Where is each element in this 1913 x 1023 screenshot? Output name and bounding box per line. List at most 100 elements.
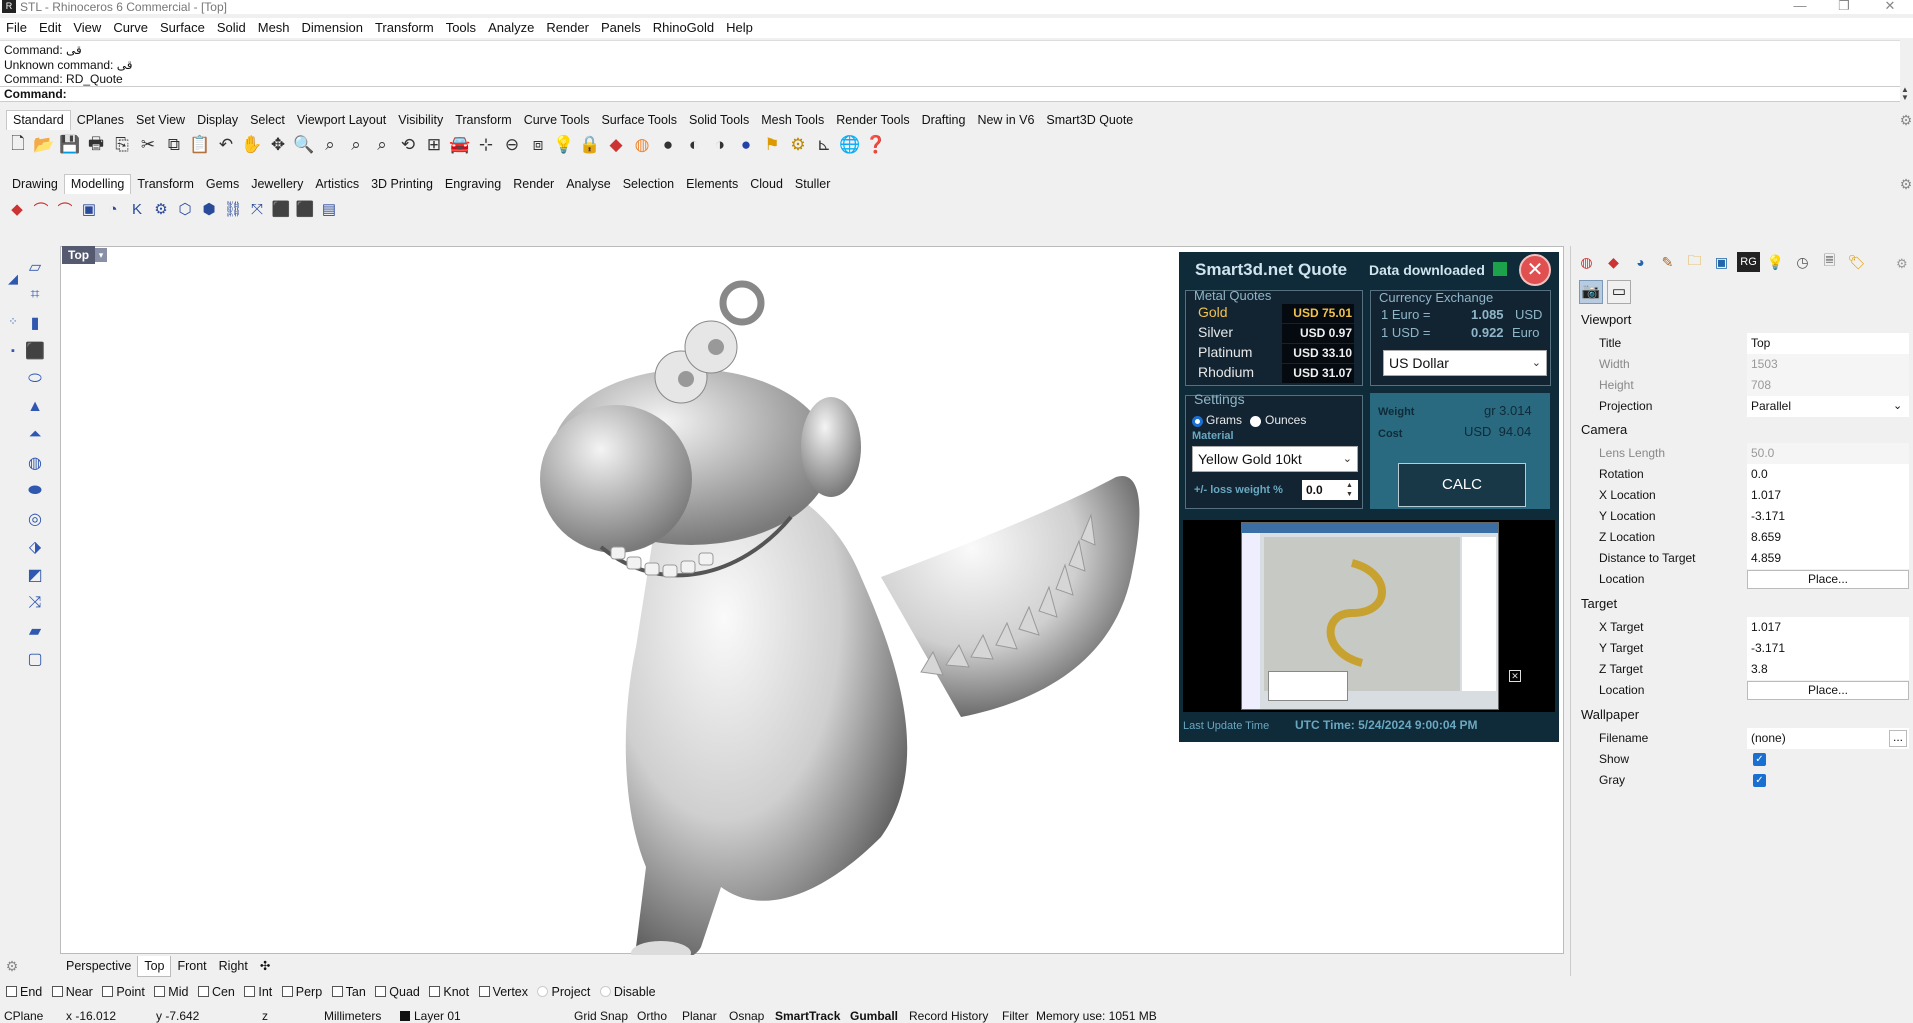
box2-icon[interactable]: ⬛ — [294, 198, 316, 220]
zoom-window-icon[interactable]: ⌕ — [318, 133, 342, 157]
projection-select[interactable]: Parallel — [1747, 396, 1909, 417]
menu-render[interactable]: Render — [540, 18, 595, 38]
box-icon[interactable]: ⬛ — [270, 198, 292, 220]
curve2-icon[interactable]: ⌒ — [54, 198, 76, 220]
revolve-icon[interactable]: ◔ — [102, 198, 124, 220]
tab-selection[interactable]: Selection — [617, 175, 680, 194]
render-icon[interactable]: ◑ — [708, 133, 732, 157]
loft-icon[interactable]: ⚙ — [150, 198, 172, 220]
prop-ztarget-input[interactable]: 3.8 — [1747, 659, 1909, 680]
menu-surface[interactable]: Surface — [154, 18, 211, 38]
zoom-extents-icon[interactable]: ⌕ — [344, 133, 368, 157]
restore-button[interactable]: ❐ — [1824, 0, 1864, 14]
cplane-icon[interactable]: ⊖ — [500, 133, 524, 157]
book-icon[interactable]: ▤ — [318, 198, 340, 220]
twist-icon[interactable]: ⬢ — [198, 198, 220, 220]
material-icon[interactable]: ◆ — [1602, 252, 1625, 272]
flyout-icon[interactable]: ◢ — [2, 268, 24, 290]
folder-icon[interactable]: 🗀 — [1683, 252, 1706, 272]
save-icon[interactable]: 💾 — [58, 133, 82, 157]
zoom-selected-icon[interactable]: ⌕ — [370, 133, 394, 157]
calc-button[interactable]: CALC — [1398, 463, 1526, 507]
tab-elements[interactable]: Elements — [680, 175, 744, 194]
tab-solid-tools[interactable]: Solid Tools — [683, 111, 755, 130]
tab-rg-render[interactable]: Render — [507, 175, 560, 194]
grams-radio[interactable] — [1192, 416, 1203, 427]
tab-new-in-v6[interactable]: New in V6 — [971, 111, 1040, 130]
tab-analyse[interactable]: Analyse — [560, 175, 616, 194]
menu-curve[interactable]: Curve — [107, 18, 154, 38]
filter-toggle[interactable]: Filter — [1002, 1009, 1029, 1023]
prop-zloc-input[interactable]: 8.659 — [1747, 527, 1909, 548]
undo-icon[interactable]: ↶ — [214, 133, 238, 157]
prop-rotation-input[interactable]: 0.0 — [1747, 464, 1909, 485]
tab-right[interactable]: Right — [213, 956, 254, 976]
gear-icon[interactable]: ⚙ — [1894, 108, 1913, 132]
grid-snap-toggle[interactable]: Grid Snap — [574, 1009, 628, 1023]
tab-viewport-layout[interactable]: Viewport Layout — [291, 111, 392, 130]
gumball-toggle[interactable]: Gumball — [850, 1009, 898, 1023]
pan-icon[interactable]: ✋ — [240, 133, 264, 157]
tab-set-view[interactable]: Set View — [130, 111, 191, 130]
planar-toggle[interactable]: Planar — [682, 1009, 717, 1023]
doc-icon[interactable]: 🗏 — [1818, 252, 1841, 272]
menu-help[interactable]: Help — [720, 18, 759, 38]
osnap-perp[interactable]: Perp — [281, 982, 322, 1002]
window-icon[interactable]: ▣ — [1710, 252, 1733, 272]
rotate-view-icon[interactable]: ⟲ — [396, 133, 420, 157]
units-label[interactable]: Millimeters — [324, 1009, 381, 1023]
import-icon[interactable]: ⎘ — [110, 133, 134, 157]
object-snap-icon[interactable]: ⧈ — [526, 133, 550, 157]
tab-standard[interactable]: Standard — [6, 110, 71, 130]
osnap-tan[interactable]: Tan — [331, 982, 366, 1002]
extrude-icon[interactable]: ▣ — [78, 198, 100, 220]
k-tool-icon[interactable]: K — [126, 198, 148, 220]
bulb-icon[interactable]: 💡 — [1764, 252, 1787, 272]
tab-drafting[interactable]: Drafting — [916, 111, 972, 130]
menu-file[interactable]: File — [0, 18, 33, 38]
osnap-end[interactable]: End — [6, 982, 42, 1002]
tab-drawing[interactable]: Drawing — [6, 175, 64, 194]
menu-solid[interactable]: Solid — [211, 18, 252, 38]
gear-icon[interactable]: ⚙ — [1894, 172, 1913, 196]
prop-title-input[interactable]: Top — [1747, 333, 1909, 354]
prop-filename-value[interactable]: (none) — [1747, 728, 1909, 749]
gear-icon[interactable]: ⚙ — [0, 954, 24, 978]
chevron-down-icon[interactable]: ⌄ — [1893, 396, 1902, 417]
tab-render-tools[interactable]: Render Tools — [830, 111, 915, 130]
tab-3d-printing[interactable]: 3D Printing — [365, 175, 439, 194]
smarttrack-toggle[interactable]: SmartTrack — [775, 1009, 840, 1023]
help-icon[interactable]: ❓ — [864, 133, 888, 157]
gray-checkbox[interactable]: ✓ — [1753, 774, 1766, 787]
tab-top[interactable]: Top — [137, 956, 172, 977]
menu-view[interactable]: View — [67, 18, 107, 38]
options-gear-icon[interactable]: ⚙ — [786, 133, 810, 157]
ortho-toggle[interactable]: Ortho — [637, 1009, 667, 1023]
box-tool-icon[interactable]: ▮ — [24, 312, 46, 334]
minimize-button[interactable]: — — [1780, 0, 1820, 14]
tab-gems[interactable]: Gems — [200, 175, 245, 194]
menu-edit[interactable]: Edit — [33, 18, 67, 38]
command-input[interactable]: Command: — [0, 86, 1900, 102]
plane-icon[interactable]: ▱ — [24, 256, 46, 278]
add-viewport-icon[interactable]: ✣ — [254, 956, 276, 976]
open-icon[interactable]: 📂 — [32, 133, 56, 157]
tab-artistics[interactable]: Artistics — [309, 175, 365, 194]
prop-ytarget-input[interactable]: -3.171 — [1747, 638, 1909, 659]
shell-icon[interactable]: ⬡ — [174, 198, 196, 220]
cylinder-icon[interactable]: ⬭ — [24, 368, 46, 390]
arrows-icon[interactable]: ⤨ — [24, 592, 46, 614]
print-icon[interactable]: 🖶 — [84, 133, 108, 157]
lock-icon[interactable]: 🔒 — [578, 133, 602, 157]
record-history-toggle[interactable]: Record History — [909, 1009, 988, 1023]
command-scroll[interactable]: ▲ ▼ — [1901, 86, 1911, 102]
truncated-cone-icon[interactable]: ⏶ — [24, 424, 46, 446]
ellipsoid-icon[interactable]: ⬬ — [24, 480, 46, 502]
tab-cloud[interactable]: Cloud — [744, 175, 789, 194]
torus-icon[interactable]: ◎ — [24, 508, 46, 530]
currency-select[interactable]: US Dollar ⌄ — [1383, 350, 1547, 376]
tab-select[interactable]: Select — [244, 111, 291, 130]
brush-icon[interactable]: ✎ — [1656, 252, 1679, 272]
clock-icon[interactable]: ◷ — [1791, 252, 1814, 272]
flag-icon[interactable]: ⚑ — [760, 133, 784, 157]
